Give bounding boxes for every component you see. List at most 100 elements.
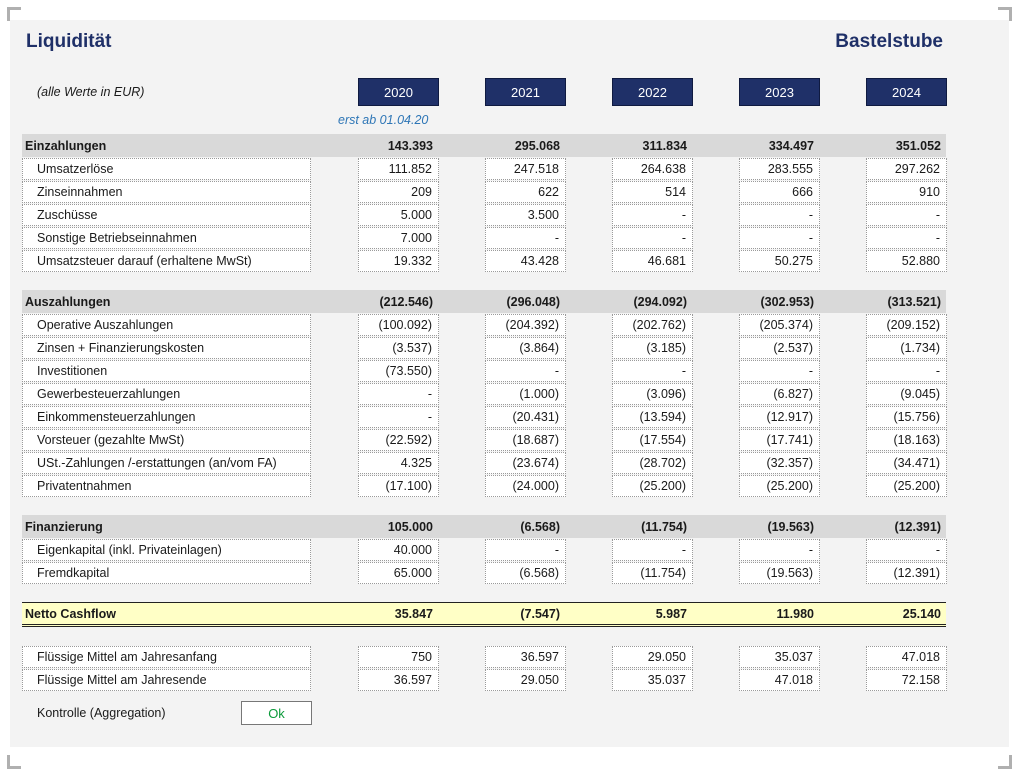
row-label[interactable]: Investitionen xyxy=(22,360,311,382)
value-cell-2023[interactable]: (19.563) xyxy=(739,515,820,538)
value-cell-2024[interactable]: (313.521) xyxy=(866,290,947,313)
year-header-2022[interactable]: 2022 xyxy=(612,78,693,106)
value-cell-2023[interactable]: 11.980 xyxy=(739,603,820,625)
value-cell-2023[interactable]: (25.200) xyxy=(739,475,820,497)
value-cell-2020[interactable]: (3.537) xyxy=(358,337,439,359)
value-cell-2020[interactable]: 35.847 xyxy=(358,603,439,625)
value-cell-2020[interactable]: 111.852 xyxy=(358,158,439,180)
value-cell-2022[interactable]: (28.702) xyxy=(612,452,693,474)
row-label[interactable]: Netto Cashflow xyxy=(22,603,311,625)
value-cell-2022[interactable]: 5.987 xyxy=(612,603,693,625)
value-cell-2021[interactable]: - xyxy=(485,227,566,249)
value-cell-2022[interactable]: (202.762) xyxy=(612,314,693,336)
value-cell-2024[interactable]: (15.756) xyxy=(866,406,947,428)
value-cell-2021[interactable]: - xyxy=(485,360,566,382)
row-label[interactable]: Einzahlungen xyxy=(22,134,311,157)
value-cell-2024[interactable]: (209.152) xyxy=(866,314,947,336)
value-cell-2021[interactable]: (204.392) xyxy=(485,314,566,336)
row-label[interactable]: Auszahlungen xyxy=(22,290,311,313)
value-cell-2023[interactable]: - xyxy=(739,204,820,226)
row-label[interactable]: Zinsen + Finanzierungskosten xyxy=(22,337,311,359)
value-cell-2022[interactable]: 514 xyxy=(612,181,693,203)
value-cell-2020[interactable]: 65.000 xyxy=(358,562,439,584)
value-cell-2021[interactable]: 29.050 xyxy=(485,669,566,691)
value-cell-2023[interactable]: 50.275 xyxy=(739,250,820,272)
value-cell-2022[interactable]: (25.200) xyxy=(612,475,693,497)
value-cell-2021[interactable]: (296.048) xyxy=(485,290,566,313)
value-cell-2020[interactable]: - xyxy=(358,406,439,428)
row-label[interactable]: Fremdkapital xyxy=(22,562,311,584)
value-cell-2024[interactable]: (25.200) xyxy=(866,475,947,497)
value-cell-2022[interactable]: (3.185) xyxy=(612,337,693,359)
value-cell-2022[interactable]: (3.096) xyxy=(612,383,693,405)
value-cell-2023[interactable]: 666 xyxy=(739,181,820,203)
year-header-2024[interactable]: 2024 xyxy=(866,78,947,106)
value-cell-2020[interactable]: 750 xyxy=(358,646,439,668)
value-cell-2020[interactable]: (212.546) xyxy=(358,290,439,313)
value-cell-2021[interactable]: (7.547) xyxy=(485,603,566,625)
value-cell-2023[interactable]: - xyxy=(739,360,820,382)
value-cell-2020[interactable]: - xyxy=(358,383,439,405)
value-cell-2021[interactable]: (20.431) xyxy=(485,406,566,428)
value-cell-2020[interactable]: 105.000 xyxy=(358,515,439,538)
value-cell-2021[interactable]: (3.864) xyxy=(485,337,566,359)
value-cell-2021[interactable]: (23.674) xyxy=(485,452,566,474)
value-cell-2024[interactable]: 351.052 xyxy=(866,134,947,157)
value-cell-2020[interactable]: (73.550) xyxy=(358,360,439,382)
value-cell-2020[interactable]: 209 xyxy=(358,181,439,203)
row-label[interactable]: Zuschüsse xyxy=(22,204,311,226)
value-cell-2024[interactable]: 297.262 xyxy=(866,158,947,180)
value-cell-2022[interactable]: - xyxy=(612,360,693,382)
value-cell-2020[interactable]: 40.000 xyxy=(358,539,439,561)
value-cell-2023[interactable]: (6.827) xyxy=(739,383,820,405)
value-cell-2024[interactable]: - xyxy=(866,204,947,226)
value-cell-2022[interactable]: 46.681 xyxy=(612,250,693,272)
value-cell-2022[interactable]: (17.554) xyxy=(612,429,693,451)
value-cell-2023[interactable]: (12.917) xyxy=(739,406,820,428)
value-cell-2024[interactable]: (18.163) xyxy=(866,429,947,451)
value-cell-2020[interactable]: 4.325 xyxy=(358,452,439,474)
value-cell-2020[interactable]: (17.100) xyxy=(358,475,439,497)
value-cell-2021[interactable]: (6.568) xyxy=(485,515,566,538)
value-cell-2021[interactable]: (1.000) xyxy=(485,383,566,405)
value-cell-2024[interactable]: 25.140 xyxy=(866,603,947,625)
value-cell-2021[interactable]: - xyxy=(485,539,566,561)
value-cell-2020[interactable]: 36.597 xyxy=(358,669,439,691)
value-cell-2021[interactable]: (6.568) xyxy=(485,562,566,584)
value-cell-2022[interactable]: - xyxy=(612,204,693,226)
value-cell-2024[interactable]: (9.045) xyxy=(866,383,947,405)
value-cell-2024[interactable]: 910 xyxy=(866,181,947,203)
row-label[interactable]: Vorsteuer (gezahlte MwSt) xyxy=(22,429,311,451)
row-label[interactable]: Flüssige Mittel am Jahresanfang xyxy=(22,646,311,668)
value-cell-2024[interactable]: (1.734) xyxy=(866,337,947,359)
value-cell-2023[interactable]: (2.537) xyxy=(739,337,820,359)
value-cell-2020[interactable]: 19.332 xyxy=(358,250,439,272)
value-cell-2022[interactable]: 35.037 xyxy=(612,669,693,691)
year-header-2021[interactable]: 2021 xyxy=(485,78,566,106)
value-cell-2022[interactable]: 264.638 xyxy=(612,158,693,180)
row-label[interactable]: Privatentnahmen xyxy=(22,475,311,497)
value-cell-2024[interactable]: (34.471) xyxy=(866,452,947,474)
value-cell-2021[interactable]: 247.518 xyxy=(485,158,566,180)
value-cell-2024[interactable]: (12.391) xyxy=(866,562,947,584)
row-label[interactable]: Eigenkapital (inkl. Privateinlagen) xyxy=(22,539,311,561)
value-cell-2024[interactable]: - xyxy=(866,539,947,561)
value-cell-2023[interactable]: - xyxy=(739,539,820,561)
row-label[interactable]: Umsatzerlöse xyxy=(22,158,311,180)
value-cell-2024[interactable]: 52.880 xyxy=(866,250,947,272)
row-label[interactable]: USt.-Zahlungen /-erstattungen (an/vom FA… xyxy=(22,452,311,474)
value-cell-2021[interactable]: (18.687) xyxy=(485,429,566,451)
value-cell-2020[interactable]: 5.000 xyxy=(358,204,439,226)
value-cell-2024[interactable]: 72.158 xyxy=(866,669,947,691)
kontrolle-status[interactable]: Ok xyxy=(241,701,312,725)
value-cell-2023[interactable]: (205.374) xyxy=(739,314,820,336)
value-cell-2022[interactable]: 29.050 xyxy=(612,646,693,668)
value-cell-2023[interactable]: - xyxy=(739,227,820,249)
row-label[interactable]: Flüssige Mittel am Jahresende xyxy=(22,669,311,691)
row-label[interactable]: Finanzierung xyxy=(22,515,311,538)
value-cell-2024[interactable]: (12.391) xyxy=(866,515,947,538)
value-cell-2023[interactable]: 334.497 xyxy=(739,134,820,157)
value-cell-2023[interactable]: 35.037 xyxy=(739,646,820,668)
row-label[interactable]: Zinseinnahmen xyxy=(22,181,311,203)
value-cell-2024[interactable]: 47.018 xyxy=(866,646,947,668)
